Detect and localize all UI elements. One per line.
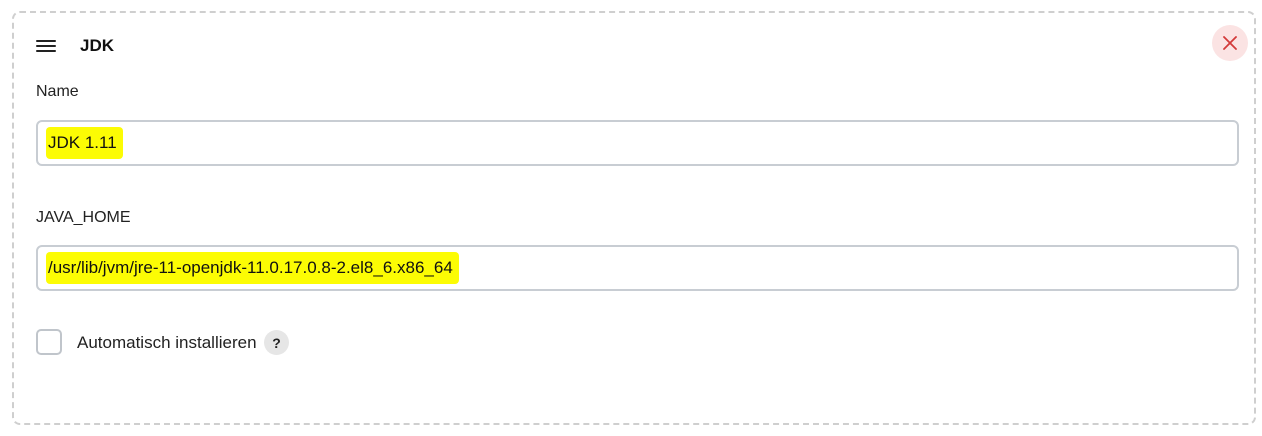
jdk-installation-card: JDK Name JDK 1.11 JAVA_HOME /usr/lib/jvm… [12, 11, 1256, 425]
help-icon[interactable]: ? [264, 330, 289, 355]
hamburger-icon[interactable] [36, 40, 56, 54]
close-icon [1223, 36, 1237, 50]
section-title: JDK [80, 36, 115, 55]
java-home-value: /usr/lib/jvm/jre-11-openjdk-11.0.17.0.8-… [46, 252, 459, 284]
delete-button[interactable] [1212, 25, 1248, 61]
name-value: JDK 1.11 [46, 127, 123, 159]
java-home-label: JAVA_HOME [36, 209, 131, 226]
java-home-input[interactable]: /usr/lib/jvm/jre-11-openjdk-11.0.17.0.8-… [36, 245, 1239, 291]
name-input[interactable]: JDK 1.11 [36, 120, 1239, 166]
auto-install-label[interactable]: Automatisch installieren [77, 333, 257, 353]
auto-install-checkbox[interactable] [36, 329, 62, 355]
name-label: Name [36, 83, 79, 100]
